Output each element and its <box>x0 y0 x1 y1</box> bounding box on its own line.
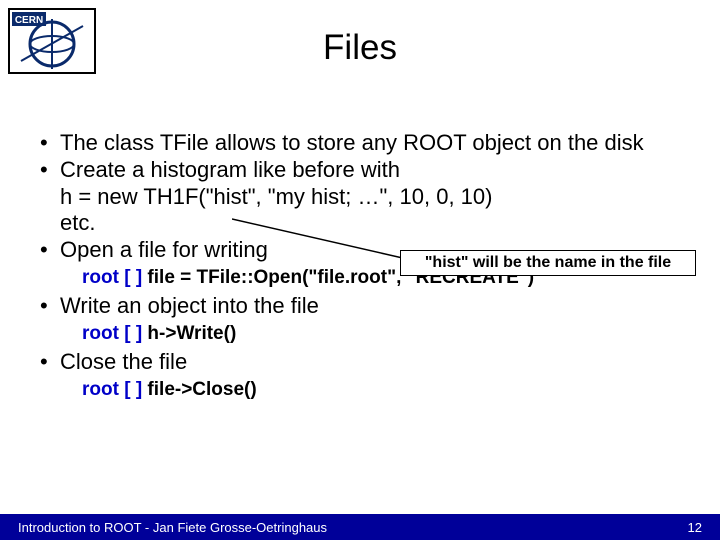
footer-page-number: 12 <box>688 520 702 535</box>
bullet-item: • Create a histogram like before with h … <box>40 157 700 237</box>
bullet-dot: • <box>40 157 60 237</box>
prompt-prefix: root [ ] <box>82 267 142 288</box>
prompt-prefix: root [ ] <box>82 323 142 344</box>
bullet-line: Create a histogram like before with <box>60 157 400 182</box>
bullet-dot: • <box>40 130 60 157</box>
bullet-item: • The class TFile allows to store any RO… <box>40 130 700 157</box>
bullet-item: • Write an object into the file <box>40 293 700 320</box>
bullet-text: Close the file <box>60 349 700 376</box>
callout-box: "hist" will be the name in the file <box>400 250 696 276</box>
code-text: h->Write() <box>142 323 236 344</box>
bullet-line: etc. <box>60 210 95 235</box>
footer-left: Introduction to ROOT - Jan Fiete Grosse-… <box>18 520 327 535</box>
bullet-dot: • <box>40 349 60 376</box>
bullet-item: • Close the file <box>40 349 700 376</box>
bullet-dot: • <box>40 293 60 320</box>
slide-title: Files <box>0 28 720 68</box>
bullet-text: The class TFile allows to store any ROOT… <box>60 130 700 157</box>
bullet-text: Create a histogram like before with h = … <box>60 157 700 237</box>
code-inline: h = new TH1F("hist", "my hist; …", 10, 0… <box>60 184 492 209</box>
code-line: root [ ] h->Write() <box>82 322 700 345</box>
bullet-text: Write an object into the file <box>60 293 700 320</box>
prompt-prefix: root [ ] <box>82 379 142 400</box>
code-text: file->Close() <box>142 379 257 400</box>
logo-text: CERN <box>15 15 43 26</box>
slide-footer: Introduction to ROOT - Jan Fiete Grosse-… <box>0 514 720 540</box>
code-line: root [ ] file->Close() <box>82 378 700 401</box>
bullet-dot: • <box>40 237 60 264</box>
